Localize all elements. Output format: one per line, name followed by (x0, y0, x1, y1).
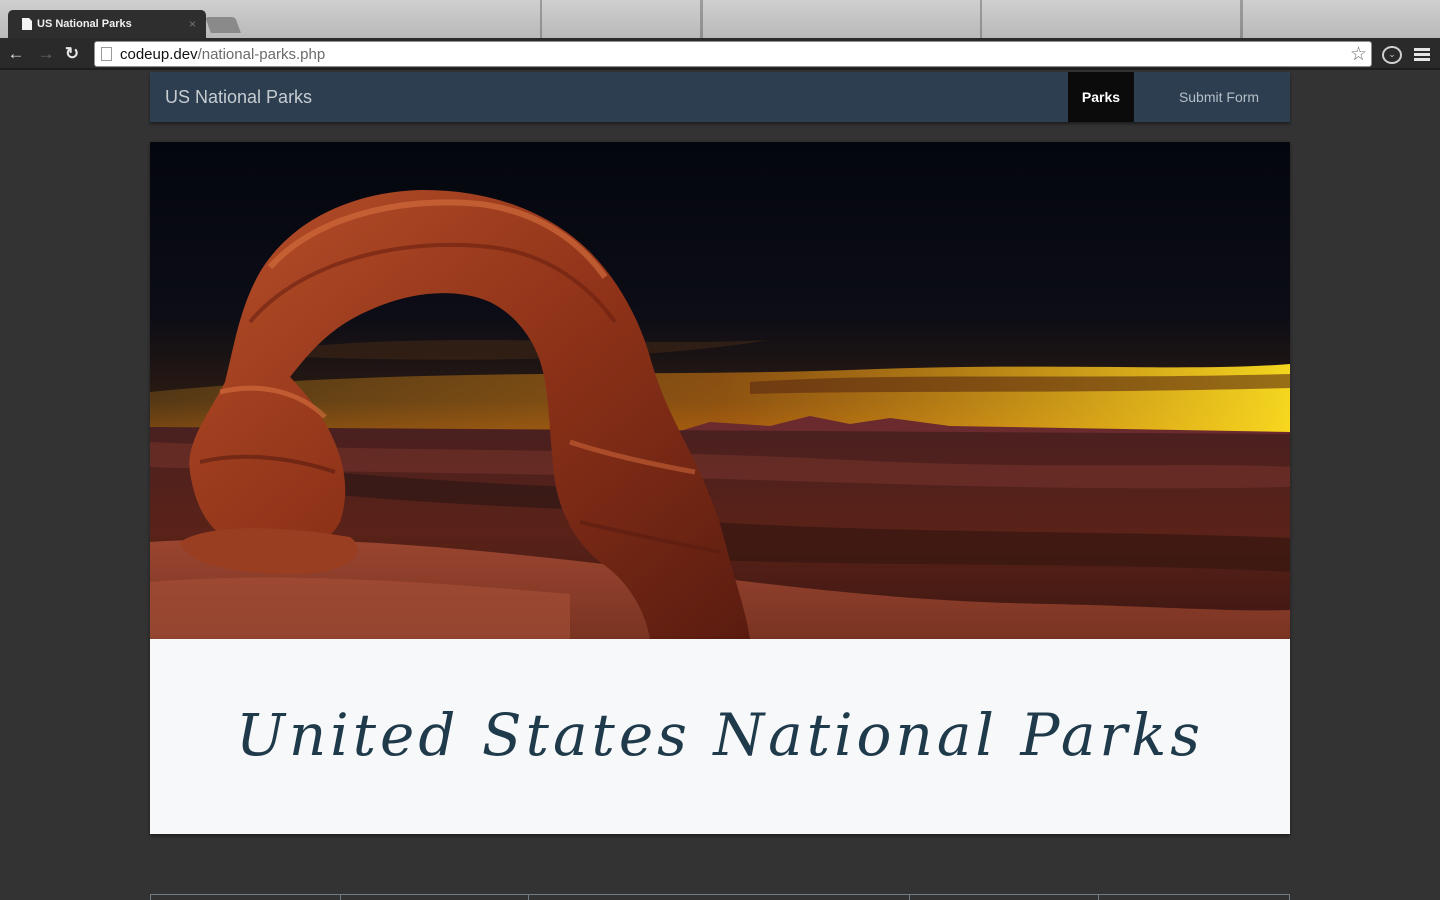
url-host: codeup.dev (120, 45, 198, 63)
close-icon[interactable]: × (189, 17, 196, 31)
table-column (529, 895, 910, 900)
background-tree (1240, 0, 1243, 38)
page-icon (101, 47, 112, 61)
delicate-arch-illustration (150, 142, 1290, 639)
new-tab-button[interactable] (205, 17, 241, 33)
site-navbar: US National Parks Parks Submit Form (150, 72, 1290, 122)
parks-table (150, 894, 1290, 900)
table-column (341, 895, 530, 900)
forward-arrow-icon[interactable]: → (36, 44, 56, 64)
background-tree (540, 0, 542, 38)
table-column (151, 895, 341, 900)
reload-icon[interactable]: ↻ (62, 44, 82, 64)
bookmark-star-icon[interactable]: ☆ (1350, 43, 1367, 66)
title-panel: United States National Parks (150, 639, 1290, 834)
url-path: /national-parks.php (197, 45, 326, 63)
page-title: United States National Parks (235, 701, 1205, 769)
tab-title: US National Parks (37, 18, 132, 30)
table-column (910, 895, 1100, 900)
hero-image (150, 142, 1290, 639)
browser-tab[interactable]: US National Parks × (8, 10, 206, 38)
address-bar[interactable]: codeup.dev/national-parks.php ☆ (94, 41, 1372, 67)
browser-tab-strip: US National Parks × (0, 0, 1440, 38)
document-icon (22, 18, 32, 30)
navbar-brand[interactable]: US National Parks (165, 87, 312, 108)
table-column (1099, 895, 1289, 900)
background-tree (980, 0, 982, 38)
menu-icon[interactable] (1414, 48, 1430, 61)
browser-toolbar: ← → ↻ codeup.dev/national-parks.php ☆ ⌄ (0, 38, 1440, 70)
nav-item-parks[interactable]: Parks (1068, 72, 1134, 122)
background-tree (700, 0, 703, 38)
back-arrow-icon[interactable]: ← (6, 44, 26, 64)
nav-item-submit-form[interactable]: Submit Form (1162, 72, 1276, 122)
extension-icon[interactable]: ⌄ (1382, 46, 1402, 64)
